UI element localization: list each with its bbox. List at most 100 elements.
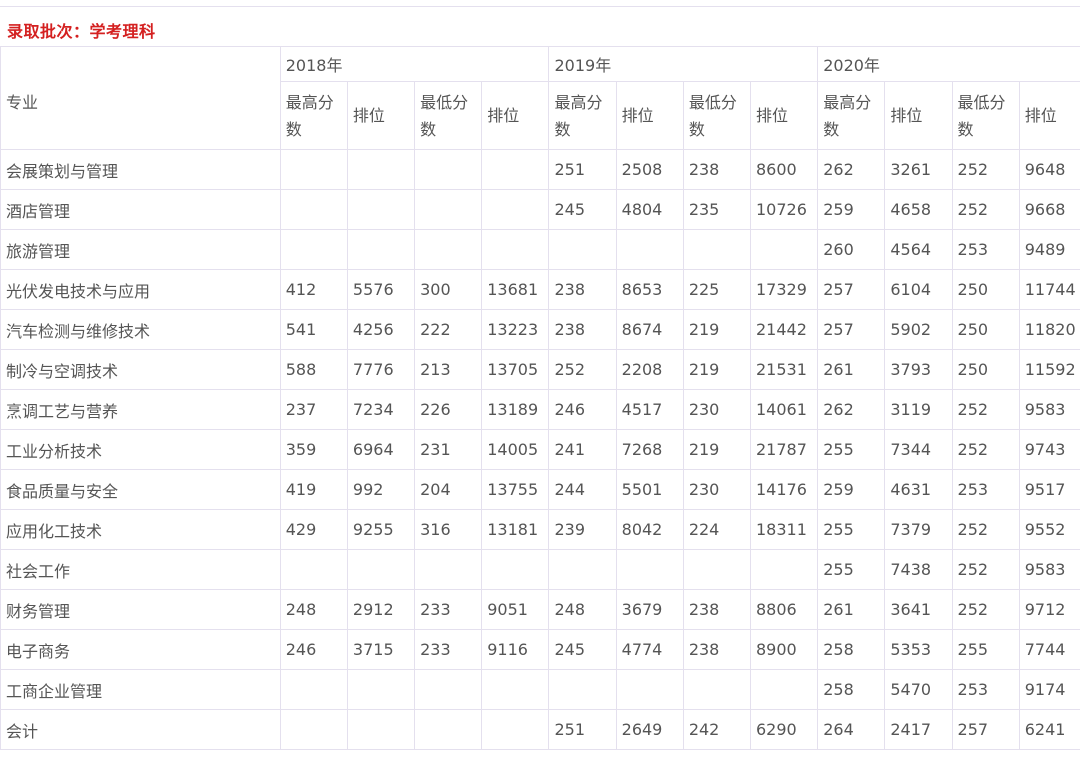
score-cell: 257 — [951, 709, 1020, 750]
sub-header-max-score: 最高分数 — [817, 81, 886, 150]
major-cell: 汽车检测与维修技术 — [0, 309, 281, 350]
score-cell: 250 — [951, 349, 1020, 390]
score-cell: 260 — [817, 229, 886, 270]
score-cell — [414, 549, 483, 590]
score-cell: 13223 — [481, 309, 550, 350]
score-cell — [682, 669, 751, 710]
table-row: 社会工作 255 7438 252 9583 — [0, 549, 1080, 590]
score-cell: 238 — [548, 269, 617, 310]
score-cell: 222 — [414, 309, 483, 350]
score-cell: 3679 — [615, 589, 684, 630]
score-cell: 13189 — [481, 389, 550, 430]
table-body: 会展策划与管理 251 2508 238 8600 262 3261 252 9648 酒店管理 2… — [0, 149, 1080, 750]
score-cell: 204 — [414, 469, 483, 510]
score-cell: 259 — [817, 189, 886, 230]
score-cell: 238 — [682, 589, 751, 630]
score-cell: 7268 — [615, 429, 684, 470]
score-cell — [346, 709, 416, 750]
score-cell — [481, 149, 550, 190]
score-cell: 2208 — [615, 349, 684, 390]
score-cell: 14176 — [749, 469, 819, 510]
score-cell — [749, 669, 819, 710]
table-row: 会计 251 2649 242 6290 264 2417 257 6241 — [0, 709, 1080, 750]
score-cell: 18311 — [749, 509, 819, 550]
major-cell: 食品质量与安全 — [0, 469, 281, 510]
score-cell: 253 — [951, 229, 1020, 270]
major-cell: 工商企业管理 — [0, 669, 281, 710]
score-cell: 3261 — [884, 149, 953, 190]
score-cell: 7438 — [884, 549, 953, 590]
score-cell: 246 — [548, 389, 617, 430]
score-cell: 259 — [817, 469, 886, 510]
score-cell: 9255 — [346, 509, 416, 550]
score-cell: 255 — [817, 429, 886, 470]
score-cell: 258 — [817, 629, 886, 670]
major-cell: 旅游管理 — [0, 229, 281, 270]
year-header-row: 专业 2018年 2019年 2020年 — [0, 46, 1080, 150]
score-cell: 8600 — [749, 149, 819, 190]
score-cell: 246 — [279, 629, 348, 670]
score-cell: 11744 — [1018, 269, 1080, 310]
score-cell: 429 — [279, 509, 348, 550]
major-cell: 财务管理 — [0, 589, 281, 630]
score-cell — [346, 669, 416, 710]
score-cell: 5353 — [884, 629, 953, 670]
table-row: 应用化工技术 429 9255 316 13181 239 8042 224 18311 255 7… — [0, 509, 1080, 550]
score-cell — [548, 549, 617, 590]
score-cell: 252 — [951, 589, 1020, 630]
score-cell: 8674 — [615, 309, 684, 350]
table-row: 汽车检测与维修技术 541 4256 222 13223 238 8674 219 21442 2… — [0, 309, 1080, 350]
score-cell: 9174 — [1018, 669, 1080, 710]
score-cell: 233 — [414, 629, 483, 670]
major-cell: 会计 — [0, 709, 281, 750]
major-cell: 应用化工技术 — [0, 509, 281, 550]
sub-header-min-score: 最低分数 — [682, 81, 751, 150]
score-cell: 245 — [548, 189, 617, 230]
score-cell: 13755 — [481, 469, 550, 510]
score-cell: 5902 — [884, 309, 953, 350]
score-cell: 8653 — [615, 269, 684, 310]
score-cell — [749, 549, 819, 590]
score-cell: 7744 — [1018, 629, 1080, 670]
top-divider — [0, 6, 1080, 7]
major-cell: 制冷与空调技术 — [0, 349, 281, 390]
score-cell: 245 — [548, 629, 617, 670]
score-cell — [481, 189, 550, 230]
score-cell: 9583 — [1018, 389, 1080, 430]
score-cell: 7776 — [346, 349, 416, 390]
score-cell — [346, 189, 416, 230]
sub-header-rank: 排位 — [1018, 81, 1080, 150]
major-cell: 会展策划与管理 — [0, 149, 281, 190]
table-row: 制冷与空调技术 588 7776 213 13705 252 2208 219 21531 261… — [0, 349, 1080, 390]
score-cell: 13681 — [481, 269, 550, 310]
score-cell — [346, 549, 416, 590]
score-cell: 14061 — [749, 389, 819, 430]
score-cell: 9489 — [1018, 229, 1080, 270]
score-cell: 255 — [817, 549, 886, 590]
score-cell: 225 — [682, 269, 751, 310]
sub-header-rank: 排位 — [884, 81, 953, 150]
score-cell — [548, 669, 617, 710]
score-cell: 3715 — [346, 629, 416, 670]
score-cell: 261 — [817, 589, 886, 630]
score-cell: 4658 — [884, 189, 953, 230]
score-cell: 4517 — [615, 389, 684, 430]
score-cell: 8900 — [749, 629, 819, 670]
score-cell: 13181 — [481, 509, 550, 550]
score-cell — [682, 549, 751, 590]
score-cell: 252 — [951, 509, 1020, 550]
score-cell: 9712 — [1018, 589, 1080, 630]
page: 录取批次：学考理科 专业 2018年 2019年 2020年 最高分数 排位 最… — [0, 0, 1080, 766]
score-cell: 5576 — [346, 269, 416, 310]
score-cell: 17329 — [749, 269, 819, 310]
score-cell: 992 — [346, 469, 416, 510]
score-cell: 248 — [279, 589, 348, 630]
score-cell: 230 — [682, 469, 751, 510]
score-cell: 4256 — [346, 309, 416, 350]
score-cell: 3793 — [884, 349, 953, 390]
score-cell: 237 — [279, 389, 348, 430]
score-cell: 224 — [682, 509, 751, 550]
score-cell: 230 — [682, 389, 751, 430]
score-cell: 13705 — [481, 349, 550, 390]
score-cell: 7234 — [346, 389, 416, 430]
